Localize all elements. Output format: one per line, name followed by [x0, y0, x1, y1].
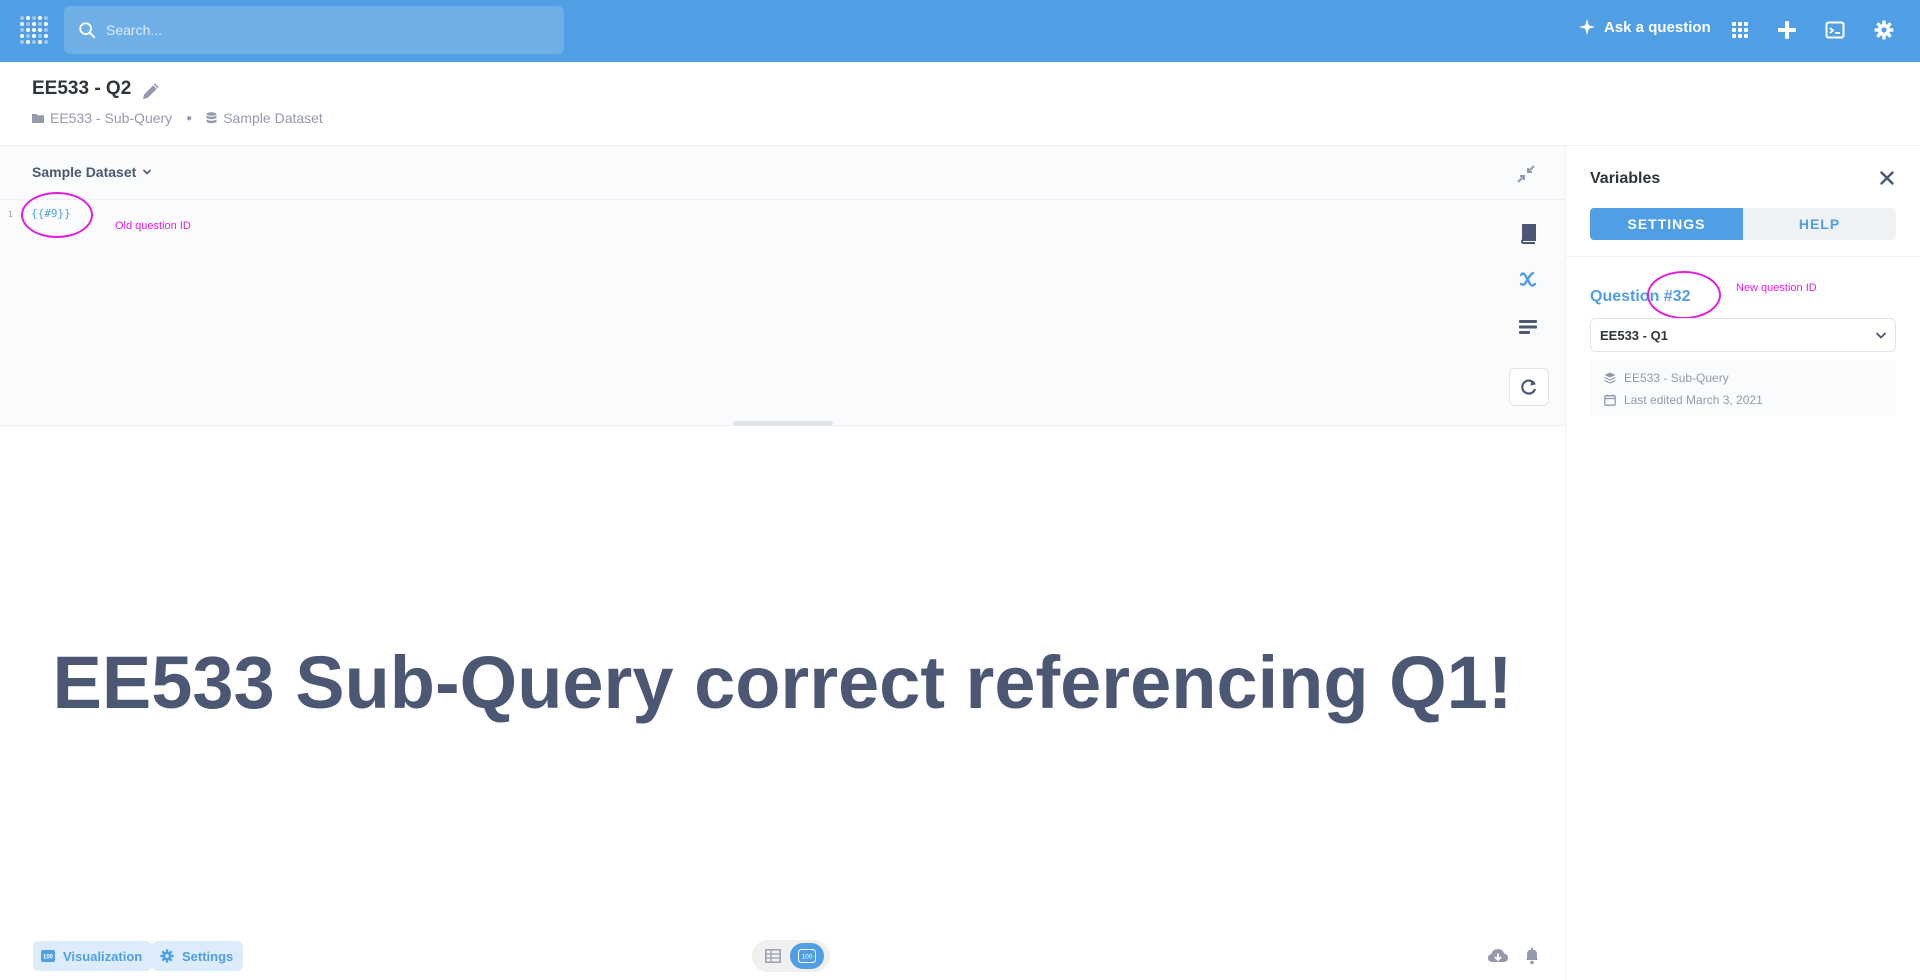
query-result: EE533 Sub-Query correct referencing Q1!: [0, 426, 1565, 930]
breadcrumb-database-label: Sample Dataset: [223, 110, 323, 126]
search-bar[interactable]: [64, 6, 564, 54]
new-button[interactable]: [1775, 18, 1799, 42]
breadcrumb-database[interactable]: Sample Dataset: [206, 110, 323, 126]
chevron-down-icon: [1875, 332, 1887, 339]
question-picker[interactable]: EE533 - Q1: [1590, 318, 1896, 352]
metabase-logo-icon[interactable]: [20, 16, 48, 44]
run-query-button[interactable]: [1509, 368, 1549, 406]
tab-help[interactable]: HELP: [1743, 208, 1896, 240]
text-lines-icon: [1519, 320, 1537, 334]
edit-title-button[interactable]: [140, 80, 162, 102]
sidebar-tabs: SETTINGS HELP: [1590, 208, 1896, 240]
database-picker[interactable]: Sample Dataset: [32, 164, 152, 180]
native-query-editor: Sample Dataset 1 {{#9}} Old question ID: [0, 146, 1565, 426]
database-icon: [206, 112, 217, 124]
database-picker-label: Sample Dataset: [32, 164, 137, 180]
breadcrumb: EE533 - Sub-Query ● Sample Dataset: [32, 110, 323, 126]
folder-icon: [32, 114, 44, 123]
calendar-icon: [1604, 394, 1616, 406]
tab-settings[interactable]: SETTINGS: [1590, 208, 1743, 240]
viz-settings-button[interactable]: Settings: [152, 941, 244, 971]
settings-label: Settings: [182, 948, 234, 964]
meta-collection-row: EE533 - Sub-Query: [1604, 371, 1729, 385]
app-root: Ask a question EE533 - Q2 EE533 -: [0, 0, 1920, 980]
pencil-icon: [143, 83, 159, 99]
contract-icon: [1517, 165, 1535, 183]
visualization-view-toggle[interactable]: 100: [790, 943, 824, 969]
annotation-new-question-id: New question ID: [1736, 282, 1817, 294]
annotation-circle-old-id: [21, 192, 93, 238]
sidebar-title: Variables: [1590, 170, 1661, 187]
sidebar-divider: [1566, 256, 1920, 257]
search-input[interactable]: [106, 22, 506, 38]
question-header: EE533 - Q2 EE533 - Sub-Query ● Sample Da…: [0, 62, 1920, 146]
annotation-circle-new-id: [1647, 271, 1721, 319]
download-button[interactable]: [1487, 945, 1509, 967]
collapse-editor-button[interactable]: [1516, 164, 1538, 186]
number-viz-icon: 100: [798, 949, 816, 963]
ask-question-label: Ask a question: [1604, 18, 1711, 36]
data-reference-button[interactable]: [1517, 223, 1539, 245]
meta-edited-label: Last edited March 3, 2021: [1624, 393, 1763, 407]
collection-layers-icon: [1604, 372, 1616, 384]
gear-icon: [160, 949, 174, 963]
snippets-button[interactable]: [1517, 316, 1539, 338]
meta-collection-label: EE533 - Sub-Query: [1624, 371, 1729, 385]
breadcrumb-collection-label: EE533 - Sub-Query: [50, 110, 173, 126]
close-icon: [1880, 171, 1894, 185]
sql-editor-button[interactable]: [1823, 18, 1847, 42]
gear-icon: [1874, 20, 1894, 40]
row-toggle-badge: 100: [802, 954, 813, 961]
visualization-label: Visualization: [63, 948, 143, 964]
bell-icon: [1526, 947, 1538, 965]
result-text: EE533 Sub-Query correct referencing Q1!: [52, 641, 1513, 724]
refresh-icon: [1521, 379, 1537, 395]
sparkle-icon: [1578, 18, 1596, 36]
editor-divider: [0, 199, 1565, 200]
top-nav: Ask a question: [0, 0, 1920, 62]
plus-icon: [1778, 21, 1796, 39]
variable-x-icon: [1519, 271, 1537, 287]
settings-button[interactable]: [1872, 18, 1896, 42]
book-icon: [1520, 224, 1536, 244]
grid-icon: [1732, 22, 1748, 38]
annotation-old-question-id: Old question ID: [115, 220, 191, 232]
svg-text:100: 100: [43, 955, 54, 961]
terminal-icon: [1825, 21, 1845, 39]
visualization-icon: 100: [41, 950, 55, 962]
variables-button[interactable]: [1517, 268, 1539, 290]
table-viz-toggle: 100: [752, 940, 830, 972]
view-footer: 100 Visualization Settings 100: [0, 930, 1565, 980]
page-title[interactable]: EE533 - Q2: [32, 78, 131, 100]
browse-data-button[interactable]: [1728, 18, 1752, 42]
table-view-toggle[interactable]: [756, 943, 790, 969]
breadcrumb-collection[interactable]: EE533 - Sub-Query: [32, 110, 172, 126]
close-sidebar-button[interactable]: [1879, 170, 1899, 190]
search-icon: [79, 22, 96, 39]
visualization-button[interactable]: 100 Visualization: [33, 941, 153, 971]
variables-sidebar: Variables SETTINGS HELP Question #32 New…: [1565, 146, 1920, 980]
breadcrumb-separator: ●: [186, 112, 193, 124]
chevron-down-icon: [143, 169, 152, 175]
table-icon: [765, 949, 781, 963]
ask-question-button[interactable]: Ask a question: [1578, 18, 1711, 36]
cloud-download-icon: [1488, 949, 1508, 962]
question-meta: EE533 - Sub-Query Last edited March 3, 2…: [1590, 360, 1896, 416]
question-picker-value: EE533 - Q1: [1600, 327, 1668, 343]
alert-button[interactable]: [1521, 945, 1543, 967]
line-number: 1: [8, 210, 13, 219]
meta-edited-row: Last edited March 3, 2021: [1604, 393, 1763, 407]
